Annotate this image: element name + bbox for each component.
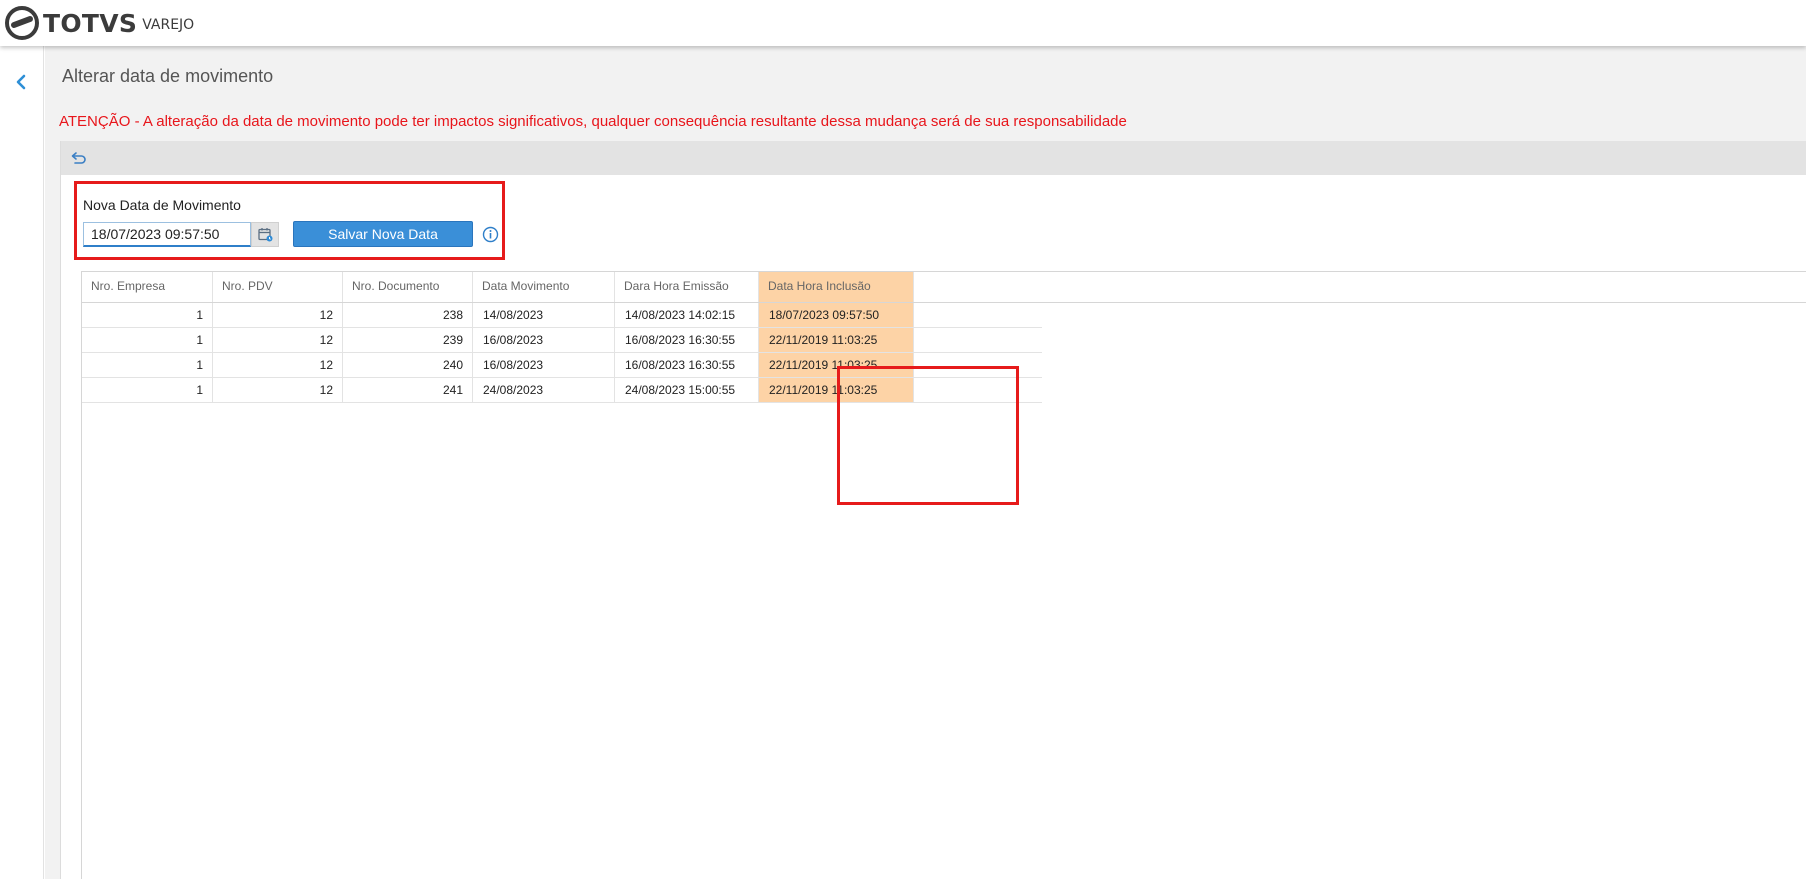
cell-data-hora-emissao: 24/08/2023 15:00:55 <box>615 378 759 402</box>
cell-data-hora-emissao: 16/08/2023 16:30:55 <box>615 328 759 352</box>
cell-nro-pdv: 12 <box>213 328 343 352</box>
calendar-button[interactable] <box>251 222 279 247</box>
cell-data-movimento: 16/08/2023 <box>473 353 615 377</box>
movement-grid: Nro. Empresa Nro. PDV Nro. Documento Dat… <box>81 271 1806 879</box>
new-date-input[interactable] <box>83 222 251 247</box>
cell-nro-pdv: 12 <box>213 303 343 327</box>
totvs-logo-icon <box>5 6 39 40</box>
main-content: Alterar data de movimento ATENÇÃO - A al… <box>45 46 1806 879</box>
cell-data-hora-inclusao: 18/07/2023 09:57:50 <box>759 303 914 327</box>
column-header-nro-documento[interactable]: Nro. Documento <box>343 272 473 302</box>
cell-nro-documento: 240 <box>343 353 473 377</box>
app-header: TOTVS VAREJO <box>0 0 1806 46</box>
new-date-label: Nova Data de Movimento <box>83 197 241 213</box>
column-header-data-hora-inclusao[interactable]: Data Hora Inclusão <box>759 272 914 302</box>
cell-nro-empresa: 1 <box>82 328 213 352</box>
sidebar <box>0 46 44 879</box>
column-header-data-hora-emissao[interactable]: Dara Hora Emissão <box>615 272 759 302</box>
cell-data-hora-emissao: 14/08/2023 14:02:15 <box>615 303 759 327</box>
cell-data-hora-inclusao: 22/11/2019 11:03:25 <box>759 378 914 402</box>
table-row[interactable]: 1 12 240 16/08/2023 16/08/2023 16:30:55 … <box>82 353 1042 378</box>
toolbar <box>61 141 1806 175</box>
brand-product: VAREJO <box>142 16 195 33</box>
info-icon[interactable] <box>482 226 499 243</box>
column-header-data-movimento[interactable]: Data Movimento <box>473 272 615 302</box>
column-header-nro-empresa[interactable]: Nro. Empresa <box>82 272 213 302</box>
cell-data-movimento: 14/08/2023 <box>473 303 615 327</box>
grid-header: Nro. Empresa Nro. PDV Nro. Documento Dat… <box>82 272 1806 303</box>
page-title: Alterar data de movimento <box>62 66 274 86</box>
new-date-form: Nova Data de Movimento Salvar Nova Data <box>74 181 505 260</box>
totvs-logo[interactable]: TOTVS VAREJO <box>5 6 194 40</box>
warning-message: ATENÇÃO - A alteração da data de movimen… <box>59 113 1127 130</box>
cell-data-movimento: 16/08/2023 <box>473 328 615 352</box>
save-new-date-button[interactable]: Salvar Nova Data <box>293 221 473 247</box>
cell-nro-empresa: 1 <box>82 303 213 327</box>
table-row[interactable]: 1 12 239 16/08/2023 16/08/2023 16:30:55 … <box>82 328 1042 353</box>
cell-nro-documento: 241 <box>343 378 473 402</box>
cell-data-hora-emissao: 16/08/2023 16:30:55 <box>615 353 759 377</box>
content-panel: Nova Data de Movimento Salvar Nova Data <box>60 141 1806 879</box>
cell-nro-documento: 239 <box>343 328 473 352</box>
cell-data-hora-inclusao: 22/11/2019 11:03:25 <box>759 353 914 377</box>
calendar-icon <box>257 228 272 242</box>
column-header-nro-pdv[interactable]: Nro. PDV <box>213 272 343 302</box>
cell-nro-pdv: 12 <box>213 378 343 402</box>
cell-data-hora-inclusao: 22/11/2019 11:03:25 <box>759 328 914 352</box>
cell-nro-pdv: 12 <box>213 353 343 377</box>
cell-nro-empresa: 1 <box>82 353 213 377</box>
chevron-left-icon[interactable] <box>12 73 30 91</box>
table-row[interactable]: 1 12 238 14/08/2023 14/08/2023 14:02:15 … <box>82 303 1042 328</box>
brand-name: TOTVS <box>43 8 138 38</box>
table-row[interactable]: 1 12 241 24/08/2023 24/08/2023 15:00:55 … <box>82 378 1042 403</box>
cell-nro-empresa: 1 <box>82 378 213 402</box>
cell-data-movimento: 24/08/2023 <box>473 378 615 402</box>
undo-icon[interactable] <box>71 151 87 165</box>
cell-nro-documento: 238 <box>343 303 473 327</box>
